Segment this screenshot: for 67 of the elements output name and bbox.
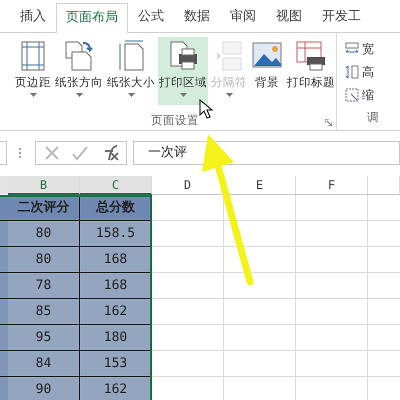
empty-cell[interactable] [224,325,296,351]
empty-cell[interactable] [224,299,296,325]
column-header[interactable]: E [224,176,296,195]
table-cell: 153 [80,351,152,377]
column-header[interactable] [368,176,400,195]
table-cell: 85 [8,299,80,325]
ribbon-tab[interactable]: 页面布局 [56,3,128,33]
empty-cell[interactable] [296,221,368,247]
empty-cell[interactable] [296,273,368,299]
ribbon-tab[interactable]: 公式 [128,2,174,32]
table-cell: 84 [8,351,80,377]
empty-cell[interactable] [224,273,296,299]
empty-cell[interactable] [296,247,368,273]
grip-icon [19,148,23,158]
ribbon-button[interactable]: 打印区域 [158,37,208,105]
scale-option[interactable]: 宽 [345,39,400,59]
ribbon-button[interactable]: 背景 [250,37,284,105]
column-header[interactable]: F [296,176,368,195]
empty-cell[interactable] [296,195,368,221]
table-cell: 168 [80,247,152,273]
column-header[interactable]: B [8,176,80,195]
cancel-icon[interactable] [44,145,60,161]
empty-cell[interactable] [296,299,368,325]
ribbon-tab[interactable]: 插入 [10,2,56,32]
dialog-launcher-icon[interactable] [325,119,332,126]
table-cell: 95 [8,325,80,351]
height-arrows-icon [345,65,359,79]
empty-cell[interactable] [224,351,296,377]
formula-field[interactable]: 一次评 [133,141,400,165]
table-header-cell: 二次评分 [8,195,80,221]
scale-frame-icon [345,88,359,102]
empty-cell[interactable] [296,351,368,377]
table-cell: 180 [80,325,152,351]
ribbon-tab[interactable]: 审阅 [220,2,266,32]
table-cell: 80 [8,247,80,273]
column-header[interactable]: C [80,176,152,195]
empty-cell[interactable] [224,195,296,221]
empty-cell[interactable] [224,247,296,273]
scale-option[interactable]: 缩 [345,85,400,105]
table-cell: 80 [8,221,80,247]
table-printer-icon [295,40,327,72]
table-cell: 168 [80,273,152,299]
page-rotate-icon [63,40,95,72]
table-cell: 162 [80,299,152,325]
ribbon-tab[interactable]: 开发工 [312,2,371,32]
ribbon-tab[interactable]: 视图 [266,2,312,32]
ribbon-button[interactable]: 页边距 [14,37,52,105]
table-header-cell: 总分数 [80,195,152,221]
ribbon-button[interactable]: 纸张方向 [54,37,104,105]
name-box[interactable] [0,141,7,165]
check-icon[interactable] [72,145,88,161]
table-header-cell [0,195,8,221]
scale-option[interactable]: 高 [345,62,400,82]
mouse-pointer-icon [199,99,213,119]
table-cell: 158.5 [80,221,152,247]
group-label: 页面设置 [151,112,199,128]
group-label: 调 [366,110,380,126]
table-cell: 90 [8,377,80,400]
table-cell: 78 [8,273,80,299]
column-header[interactable] [0,176,8,194]
empty-cell[interactable] [296,325,368,351]
table-cell: 162 [80,377,152,400]
ribbon-button[interactable]: 打印标题 [286,37,336,105]
column-header[interactable]: D [152,176,224,195]
ribbon-tab[interactable]: 数据 [174,2,220,32]
ribbon-button[interactable]: 纸张大小 [106,37,156,105]
empty-cell[interactable] [224,221,296,247]
